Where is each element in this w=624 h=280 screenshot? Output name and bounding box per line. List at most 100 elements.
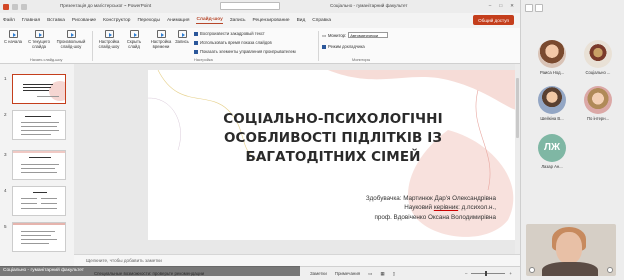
thumbnail-text-line (21, 164, 59, 165)
hide-slide-button[interactable]: Скрыть слайд (122, 30, 146, 49)
panel-controls (525, 4, 543, 12)
setup-show-button[interactable]: Настройка слайд-шоу (96, 30, 122, 49)
thumbnail-slide-4[interactable] (12, 186, 66, 216)
narration-label: Воспроизвести закадровый текст (200, 31, 265, 36)
participant-name: Лазар Ан... (541, 164, 563, 169)
slide-author-block[interactable]: Здобувачка: Мартинюк Дар'я Олександрівна… (366, 194, 496, 222)
tab-file[interactable]: Файл (3, 18, 15, 23)
title-bar: Презентація до магістерської ~ PowerPoin… (0, 0, 520, 13)
participant-tile[interactable]: ЛЖ Лазар Ан... (529, 134, 575, 174)
thumbnail-slide-1[interactable] (12, 74, 66, 104)
rehearse-button[interactable]: Настройка времени (148, 30, 174, 49)
tab-view[interactable]: Вид (297, 18, 306, 23)
comments-toggle[interactable]: Примечания (335, 271, 360, 277)
thumbnail-text-line (37, 96, 59, 97)
from-start-button[interactable]: С начала (2, 30, 24, 44)
window-course-label: Соціально - гуманітарний факультет (330, 3, 408, 8)
avatar (538, 86, 566, 114)
undo-icon[interactable] (21, 3, 27, 10)
record-button[interactable]: Запись (172, 30, 192, 44)
minimize-icon[interactable]: – (489, 3, 492, 9)
zoom-slider[interactable] (471, 271, 506, 276)
tab-slideshow[interactable]: Слайд-шоу (196, 17, 223, 24)
thumbnail-title-line (23, 84, 53, 86)
zoom-control[interactable]: – + (465, 271, 512, 276)
setup-icon (104, 30, 114, 38)
thumbnail-number: 4 (4, 188, 7, 193)
avatar (584, 86, 612, 114)
tab-animations[interactable]: Анимация (167, 18, 190, 23)
thumbnail-number: 2 (4, 112, 7, 117)
thumbnail-title-line (25, 116, 51, 118)
thumbnail-text-line (41, 198, 57, 199)
close-icon[interactable]: ✕ (510, 3, 514, 9)
scrollbar-thumb[interactable] (516, 78, 519, 138)
rehearse-label: Настройка времени (150, 39, 172, 49)
normal-view-icon[interactable]: ▭ (368, 271, 372, 277)
camera-figure (556, 232, 582, 264)
participant-tile[interactable]: Шейкіна В... (529, 86, 575, 126)
participant-tile[interactable]: По інтерн... (575, 86, 621, 126)
caption-text: Соціально - гуманітарний факультет (3, 268, 84, 273)
tab-design[interactable]: Конструктор (103, 18, 130, 23)
notes-toggle[interactable]: Заметки (310, 271, 327, 277)
thumbnail-text-line (21, 198, 37, 199)
thumbnail-title-line (23, 87, 51, 89)
search-input[interactable] (220, 2, 280, 10)
thumbnail-text-line (21, 122, 59, 123)
timings-checkbox[interactable]: Использовать время показа слайдов (194, 40, 272, 45)
zoom-out-icon[interactable]: – (465, 271, 467, 276)
more-options-icon[interactable] (607, 267, 613, 273)
zoom-in-icon[interactable]: + (509, 271, 512, 276)
share-button[interactable]: Общий доступ (473, 15, 514, 25)
thumbnail-text-line (21, 126, 57, 127)
self-camera-view[interactable] (526, 224, 616, 276)
tab-transitions[interactable]: Переходы (137, 18, 160, 23)
custom-show-button[interactable]: Произвольный слайд-шоу (56, 30, 86, 49)
participant-tile[interactable]: Соціально ... (575, 40, 621, 80)
save-icon[interactable] (12, 3, 18, 10)
presenter-view-label: Режим докладчика (328, 44, 365, 49)
grid-view-icon[interactable] (525, 4, 533, 12)
monitor-select[interactable]: ▭ Монитор: Автоматически (322, 32, 389, 38)
sorter-view-icon[interactable]: ▦ (380, 271, 384, 277)
narration-checkbox[interactable]: Воспроизвести закадровый текст (194, 31, 265, 36)
media-controls-checkbox[interactable]: Показать элементы управления проигрывате… (194, 49, 296, 54)
supervisor-degree: : д.психол.н., (458, 204, 496, 212)
thumbnail-slide-3[interactable] (12, 150, 66, 180)
participant-name: Соціально ... (585, 70, 611, 75)
menu-bar: Файл Главная Вставка Рисование Конструкт… (0, 13, 520, 28)
record-label: Запись (175, 39, 189, 44)
current-slide[interactable]: СОЦІАЛЬНО-ПСИХОЛОГІЧНІ ОСОБЛИВОСТІ ПІДЛІ… (148, 70, 518, 240)
slide-title[interactable]: СОЦІАЛЬНО-ПСИХОЛОГІЧНІ ОСОБЛИВОСТІ ПІДЛІ… (148, 110, 518, 167)
monitor-value[interactable]: Автоматически (348, 32, 389, 38)
tab-record[interactable]: Запись (230, 18, 246, 23)
presenter-view-checkbox[interactable]: Режим докладчика (322, 44, 365, 49)
avatar-initials: ЛЖ (538, 134, 566, 162)
reading-view-icon[interactable]: ▯ (392, 271, 394, 277)
speaker-view-icon[interactable] (535, 4, 543, 12)
maximize-icon[interactable]: □ (499, 3, 502, 9)
mic-icon[interactable] (529, 267, 535, 273)
custom-show-icon (66, 30, 76, 38)
checkbox-icon (194, 31, 198, 36)
share-label: Общий доступ (478, 17, 509, 23)
thumbnail-bar (13, 223, 65, 225)
notes-placeholder: Щелкните, чтобы добавить заметки (86, 258, 162, 263)
participant-name: По інтерн... (586, 116, 610, 121)
thumbnail-slide-2[interactable] (12, 110, 66, 140)
thumbnail-text-line (21, 235, 51, 236)
from-current-button[interactable]: С текущего слайда (26, 30, 52, 49)
thumbnail-slide-5[interactable] (12, 222, 66, 252)
tab-review[interactable]: Рецензирование (253, 18, 290, 23)
avatar (538, 40, 566, 68)
tab-help[interactable]: Справка (312, 18, 331, 23)
tab-draw[interactable]: Рисование (72, 18, 96, 23)
supervisor-prefix: Науковий (404, 204, 434, 212)
tab-home[interactable]: Главная (22, 18, 40, 23)
participant-tile[interactable]: Раиса Нод... (529, 40, 575, 80)
notes-pane[interactable]: Щелкните, чтобы добавить заметки (74, 254, 520, 266)
play-icon (8, 30, 18, 38)
tab-insert[interactable]: Вставка (47, 18, 65, 23)
powerpoint-window: Презентація до магістерської ~ PowerPoin… (0, 0, 520, 280)
